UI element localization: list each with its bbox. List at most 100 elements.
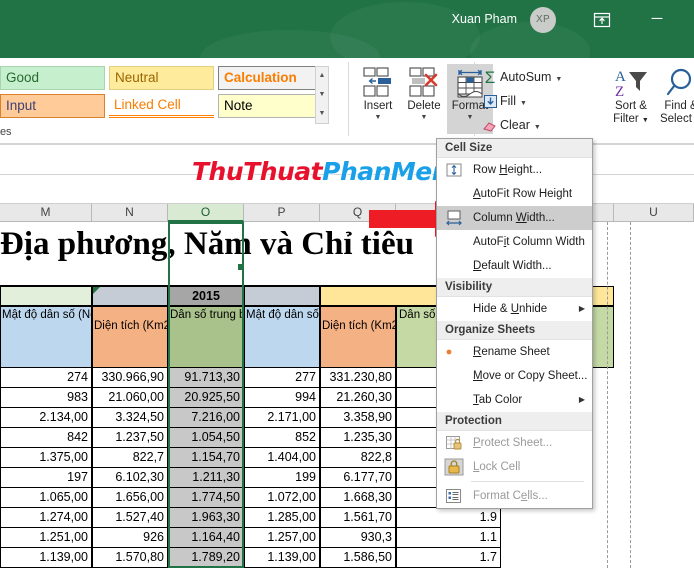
col-header-N[interactable]: N	[92, 204, 168, 222]
style-note[interactable]: Note	[218, 94, 324, 118]
sort-filter-dropdown-icon[interactable]: ▼	[642, 117, 649, 124]
menu-item-autofit-row-height[interactable]: AutoFit Row Height	[437, 182, 592, 206]
cell-O8[interactable]: 1.963,30	[168, 508, 244, 528]
cell-N5[interactable]: 822,7	[92, 448, 168, 468]
cell-R8[interactable]: 1.9	[396, 508, 501, 528]
cell-P9[interactable]: 1.257,00	[244, 528, 320, 548]
cell-Q2[interactable]: 21.260,30	[320, 388, 396, 408]
cell-Q7[interactable]: 1.668,30	[320, 488, 396, 508]
cell-M2[interactable]: 983	[0, 388, 92, 408]
scroll-up-icon[interactable]: ▲	[316, 67, 328, 85]
cell-O9[interactable]: 1.164,40	[168, 528, 244, 548]
style-calculation[interactable]: Calculation	[218, 66, 324, 90]
cell-Q6[interactable]: 6.177,70	[320, 468, 396, 488]
header-N[interactable]: Diện tích (Km2)	[92, 306, 168, 368]
style-neutral[interactable]: Neutral	[109, 66, 214, 90]
cell-P2[interactable]: 994	[244, 388, 320, 408]
header-Q[interactable]: Diện tích (Km2)	[320, 306, 396, 368]
col-header-M[interactable]: M	[0, 204, 92, 222]
header-P[interactable]: Mật độ dân số (Người/km2)	[244, 306, 320, 368]
cell-Q10[interactable]: 1.586,50	[320, 548, 396, 568]
gallery-scrollbar[interactable]: ▲ ▼ ▼	[315, 66, 329, 124]
cell-Q1[interactable]: 331.230,80	[320, 368, 396, 388]
header-O[interactable]: Dân số trung bình (Nghìn người)	[168, 306, 244, 368]
menu-item-lock-cell[interactable]: Lock Cell	[437, 455, 592, 479]
cell-M9[interactable]: 1.251,00	[0, 528, 92, 548]
menu-item-hide-unhide[interactable]: Hide & Unhide ▶	[437, 297, 592, 321]
clear-button[interactable]: Clear ▼	[480, 114, 541, 137]
cell-R10[interactable]: 1.7	[396, 548, 501, 568]
cell-O10[interactable]: 1.789,20	[168, 548, 244, 568]
menu-item-tab-color[interactable]: Tab Color ▶	[437, 388, 592, 412]
cell-O4[interactable]: 1.054,50	[168, 428, 244, 448]
menu-item-rename-sheet[interactable]: Rename Sheet	[437, 340, 592, 364]
cell-Q8[interactable]: 1.561,70	[320, 508, 396, 528]
delete-caret-icon[interactable]: ▼	[401, 113, 447, 123]
empty-grid-area[interactable]	[614, 222, 694, 568]
cell-M7[interactable]: 1.065,00	[0, 488, 92, 508]
cell-N2[interactable]: 21.060,00	[92, 388, 168, 408]
cell-O5[interactable]: 1.154,70	[168, 448, 244, 468]
autosum-button[interactable]: Σ AutoSum ▼	[480, 66, 563, 89]
cell-M1[interactable]: 274	[0, 368, 92, 388]
scroll-down-icon[interactable]: ▼	[316, 86, 328, 104]
selection-handle[interactable]	[238, 264, 244, 270]
cell-N1[interactable]: 330.966,90	[92, 368, 168, 388]
cell-O1[interactable]: 91.713,30	[168, 368, 244, 388]
fill-dropdown-icon[interactable]: ▼	[520, 100, 527, 107]
sort-filter-button[interactable]: A Z Sort & Filter ▼	[606, 64, 656, 136]
menu-item-autofit-column-width[interactable]: AutoFit Column Width	[437, 230, 592, 254]
insert-caret-icon[interactable]: ▼	[355, 113, 401, 123]
menu-item-row-height[interactable]: Row Height...	[437, 158, 592, 182]
cell-P4[interactable]: 852	[244, 428, 320, 448]
cell-M5[interactable]: 1.375,00	[0, 448, 92, 468]
account-name[interactable]: Xuan Pham	[452, 10, 517, 28]
style-linked-cell[interactable]: Linked Cell	[109, 94, 214, 118]
cell-N8[interactable]: 1.527,40	[92, 508, 168, 528]
cell-N10[interactable]: 1.570,80	[92, 548, 168, 568]
cell-N9[interactable]: 926	[92, 528, 168, 548]
menu-item-column-width[interactable]: Column Width...	[437, 206, 592, 230]
minimize-button[interactable]: ─	[646, 10, 668, 30]
cell-N3[interactable]: 3.324,50	[92, 408, 168, 428]
year-cell-blank-N[interactable]	[92, 286, 168, 306]
cell-N4[interactable]: 1.237,50	[92, 428, 168, 448]
cell-M10[interactable]: 1.139,00	[0, 548, 92, 568]
cell-M3[interactable]: 2.134,00	[0, 408, 92, 428]
cell-O3[interactable]: 7.216,00	[168, 408, 244, 428]
col-header-O[interactable]: O	[168, 204, 244, 222]
autosum-dropdown-icon[interactable]: ▼	[555, 76, 562, 83]
cell-P6[interactable]: 199	[244, 468, 320, 488]
menu-item-move-or-copy-sheet[interactable]: Move or Copy Sheet...	[437, 364, 592, 388]
cell-P5[interactable]: 1.404,00	[244, 448, 320, 468]
delete-button[interactable]: Delete ▼	[401, 64, 447, 134]
ribbon-display-options-icon[interactable]	[592, 10, 612, 30]
style-good[interactable]: Good	[0, 66, 105, 90]
cell-P10[interactable]: 1.139,00	[244, 548, 320, 568]
cell-P1[interactable]: 277	[244, 368, 320, 388]
cell-Q3[interactable]: 3.358,90	[320, 408, 396, 428]
menu-item-format-cells[interactable]: Format Cells...	[437, 484, 592, 508]
year-cell-blank-P[interactable]	[244, 286, 320, 306]
menu-item-default-width[interactable]: Default Width...	[437, 254, 592, 278]
header-M[interactable]: Mật độ dân số (Người/km2)	[0, 306, 92, 368]
cell-M6[interactable]: 197	[0, 468, 92, 488]
fill-button[interactable]: Fill ▼	[480, 90, 527, 113]
year-cell-blank-M[interactable]	[0, 286, 92, 306]
menu-item-protect-sheet[interactable]: Protect Sheet...	[437, 431, 592, 455]
year-2015-header[interactable]: 2015	[168, 286, 244, 306]
clear-dropdown-icon[interactable]: ▼	[534, 124, 541, 131]
format-dropdown-menu[interactable]: Cell Size Row Height... AutoFit Row Height…	[436, 138, 593, 509]
cell-M8[interactable]: 1.274,00	[0, 508, 92, 528]
cell-N7[interactable]: 1.656,00	[92, 488, 168, 508]
cell-P3[interactable]: 2.171,00	[244, 408, 320, 428]
cell-O7[interactable]: 1.774,50	[168, 488, 244, 508]
gallery-more-icon[interactable]: ▼	[316, 105, 328, 123]
insert-button[interactable]: Insert ▼	[355, 64, 401, 134]
cell-O2[interactable]: 20.925,50	[168, 388, 244, 408]
col-header-P[interactable]: P	[244, 204, 320, 222]
cell-P7[interactable]: 1.072,00	[244, 488, 320, 508]
col-header-U[interactable]: U	[614, 204, 694, 222]
style-input[interactable]: Input	[0, 94, 105, 118]
cell-Q5[interactable]: 822,8	[320, 448, 396, 468]
